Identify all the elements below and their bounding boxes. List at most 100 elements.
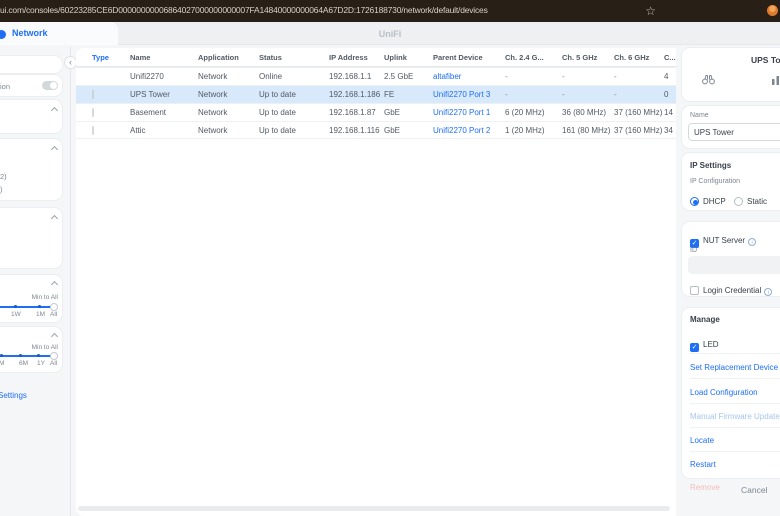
column-uplink[interactable]: Uplink [384,53,433,62]
chevron-up-icon[interactable] [51,333,58,340]
radio-dhcp[interactable]: DHCP [690,191,726,209]
checkbox-checked-icon[interactable]: ✓ [690,343,699,352]
device-name-input[interactable] [688,123,780,141]
info-icon[interactable]: i [764,288,772,296]
column-type[interactable]: Type [92,53,130,62]
login-credential-label: Login Credential [703,286,761,295]
device-ip: 192.168.1.186 [329,90,384,99]
table-row-basement[interactable]: Basement Network Up to date 192.168.1.87… [76,103,676,121]
chevron-up-icon[interactable] [51,281,58,288]
device-uplink: FE [384,90,433,99]
sidebar-toggle[interactable] [42,81,58,90]
info-icon[interactable]: i [748,238,756,246]
led-label: LED [703,340,719,349]
slider-handle[interactable] [50,352,58,360]
parent-device-link[interactable]: Unifi2270 Port 2 [433,126,505,135]
panel-header-card: UPS Tower [682,48,780,101]
url-text[interactable]: ui.com/consoles/60223285CE6D000000000068… [0,5,488,15]
panel-name-card: Name [682,106,780,148]
ap-device-icon [92,126,130,135]
device-uplink: GbE [384,108,433,117]
device-name: UPS Tower [130,90,198,99]
column-parent-device[interactable]: Parent Device [433,53,505,62]
device-ch5: 161 (80 MHz) [562,126,614,135]
table-row-ups-tower[interactable]: UPS Tower Network Up to date 192.168.1.1… [76,85,676,103]
panel-ip-settings-card: IP Settings IP Configuration DHCP Static [682,153,780,210]
device-ch24: - [505,90,562,99]
main-content: ion 2) ) Min to All 1W 1M All [0,45,780,516]
device-status: Up to date [259,126,329,135]
device-ch24: 1 (20 MHz) [505,126,562,135]
parent-device-link[interactable]: Unifi2270 Port 1 [433,108,505,117]
time-range-slider[interactable] [0,355,57,357]
sidebar-settings-link[interactable]: Settings [0,391,27,400]
device-uplink: 2.5 GbE [384,72,433,81]
chevron-up-icon[interactable] [51,107,58,114]
device-ch6: 37 (160 MHz) [614,108,664,117]
divider [690,451,780,452]
slider-tick-label: 6M [19,360,28,367]
toggle-label-fragment: ion [0,82,10,91]
table-row-attic[interactable]: Attic Network Up to date 192.168.1.116 G… [76,121,676,139]
device-ch5: 36 (80 MHz) [562,108,614,117]
column-status[interactable]: Status [259,53,329,62]
devices-table: Type Name Application Status IP Address … [76,48,676,516]
device-ip: 192.168.1.87 [329,108,384,117]
slider-handle[interactable] [50,303,58,311]
browser-address-bar[interactable]: ui.com/consoles/60223285CE6D000000000068… [0,0,780,22]
column-name[interactable]: Name [130,53,198,62]
locate-link[interactable]: Locate [690,436,714,445]
nut-id-input[interactable] [688,256,780,274]
sidebar-toggle-card: ion [0,75,62,96]
binoculars-icon[interactable] [702,74,715,85]
column-ch-24ghz[interactable]: Ch. 2.4 G... [505,53,562,62]
browser-profile-avatar[interactable] [767,5,778,16]
sidebar-section-1 [0,100,62,133]
device-name: Attic [130,126,198,135]
device-status: Up to date [259,90,329,99]
device-status: Up to date [259,108,329,117]
sidebar-search-bar[interactable] [0,56,62,73]
column-ch-5ghz[interactable]: Ch. 5 GHz [562,53,614,62]
column-ch-6ghz[interactable]: Ch. 6 GHz [614,53,664,62]
slider-tick-label: 1M [36,311,45,318]
bookmark-star-icon[interactable]: ☆ [645,3,656,19]
column-clients[interactable]: C... [664,53,676,62]
ups-device-icon [92,90,130,99]
load-configuration-link[interactable]: Load Configuration [690,388,758,397]
restart-link[interactable]: Restart [690,460,716,469]
time-range-slider[interactable] [0,306,57,308]
device-clients: 0 [664,90,676,99]
parent-device-link[interactable]: altafiber [433,72,505,81]
panel-title: UPS Tower [751,55,780,65]
radio-unselected-icon[interactable] [734,197,743,206]
slider-tick-label: M [0,360,4,367]
cancel-button[interactable]: Cancel [741,485,767,495]
chevron-up-icon[interactable] [51,215,58,222]
slider-tick [14,305,17,308]
chevron-up-icon[interactable] [51,146,58,153]
parent-device-link[interactable]: Unifi2270 Port 3 [433,90,505,99]
device-name: Unifi2270 [130,72,198,81]
divider [690,353,780,354]
dhcp-label: DHCP [703,197,726,206]
table-header-row: Type Name Application Status IP Address … [76,48,676,67]
device-ch6: - [614,90,664,99]
radio-selected-icon[interactable] [690,197,699,206]
login-credential-row: Login Credentiali [690,280,772,298]
column-ip-address[interactable]: IP Address [329,53,384,62]
manual-firmware-update-link: Manual Firmware Update [690,412,780,421]
slider-range-label: Min to All [32,344,58,351]
statistics-chart-icon[interactable] [772,74,780,85]
checkbox-unchecked-icon[interactable] [690,286,699,295]
radio-static[interactable]: Static [734,191,767,209]
column-application[interactable]: Application [198,53,259,62]
slider-tick [0,354,3,357]
table-row-unifi2270[interactable]: Unifi2270 Network Online 192.168.1.1 2.5… [76,67,676,85]
set-replacement-device-link[interactable]: Set Replacement Device [690,363,778,372]
app-top-bar: Network UniFi [0,22,780,45]
horizontal-scrollbar[interactable] [78,506,670,511]
remove-device-button[interactable]: Remove [690,483,720,492]
divider [690,378,780,379]
device-ch24: 6 (20 MHz) [505,108,562,117]
